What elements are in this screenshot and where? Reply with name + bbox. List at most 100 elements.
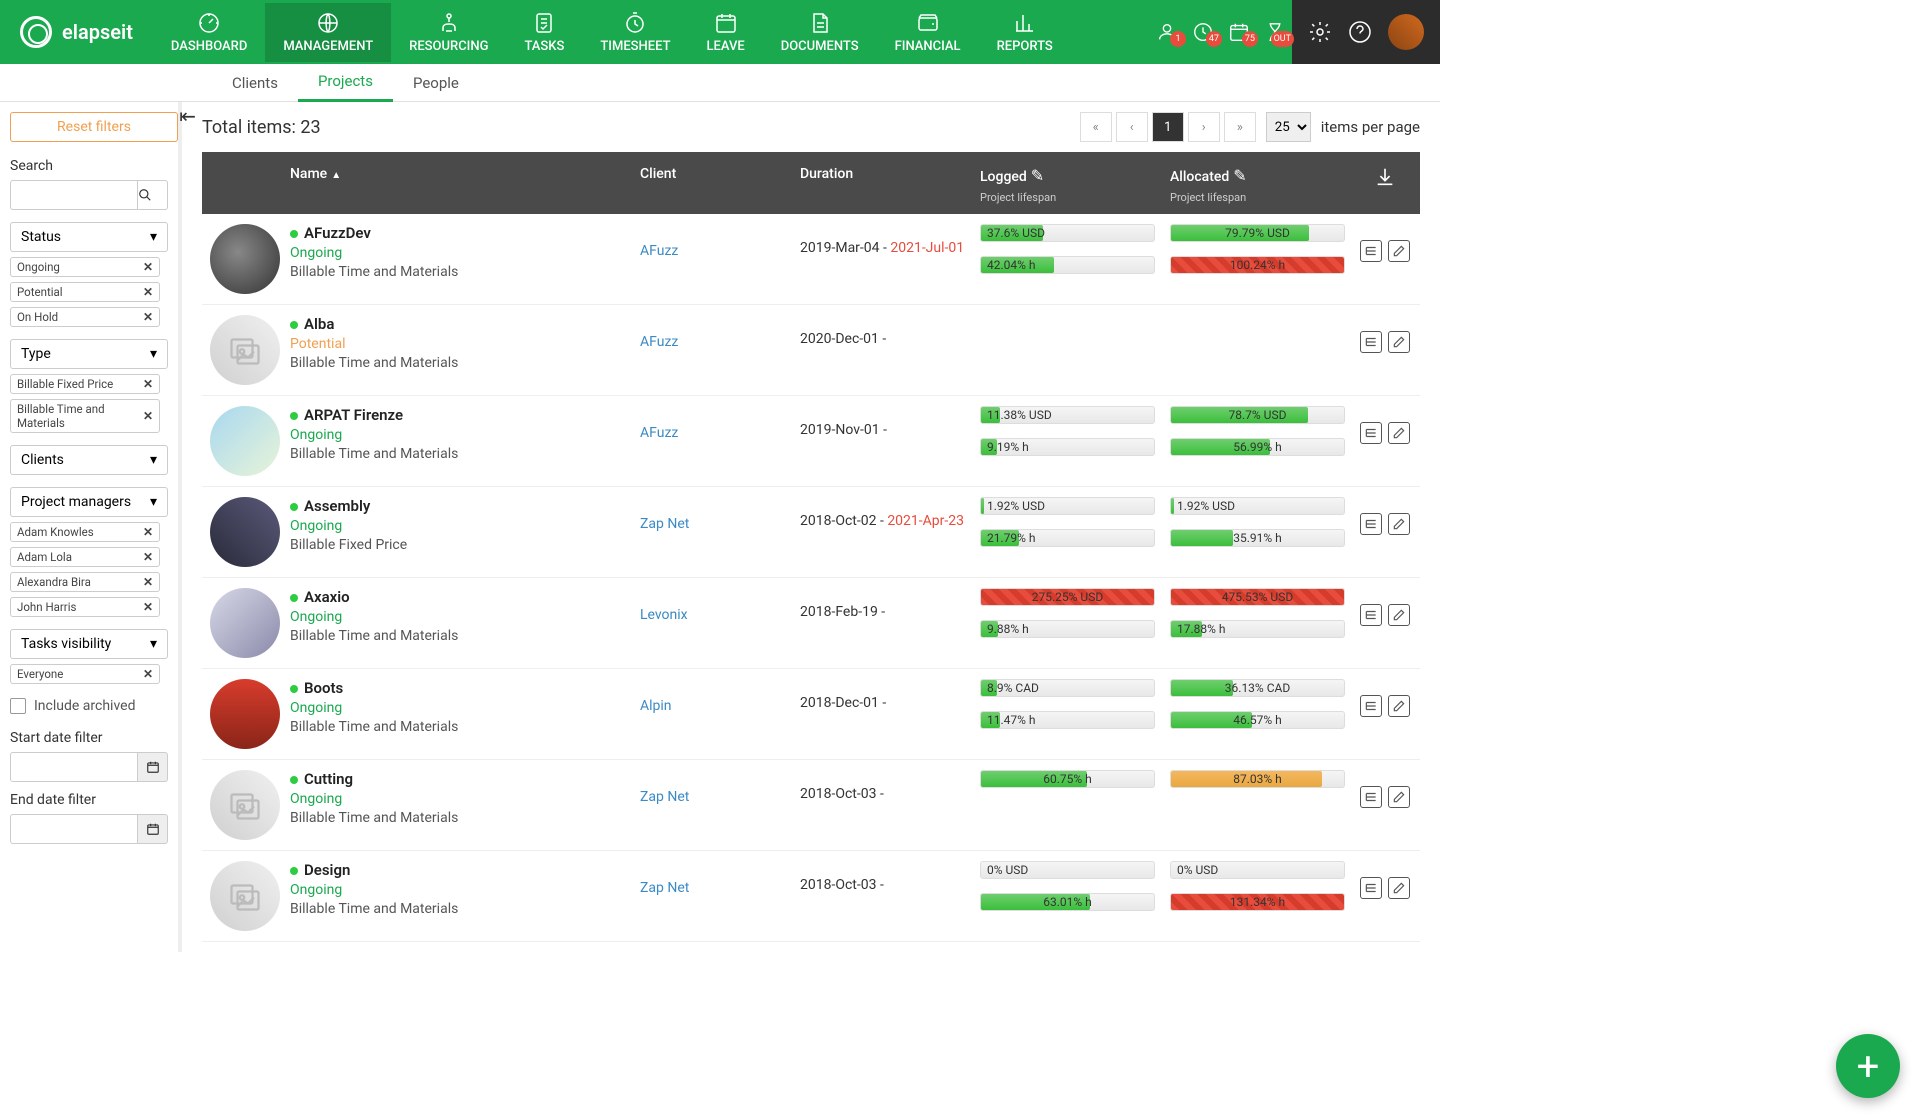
tab-projects[interactable]: Projects [298, 64, 393, 102]
details-icon[interactable] [1360, 331, 1382, 353]
project-avatar[interactable] [210, 861, 280, 931]
remove-chip-icon[interactable]: ✕ [143, 600, 153, 614]
remove-chip-icon[interactable]: ✕ [143, 377, 153, 391]
remove-chip-icon[interactable]: ✕ [143, 550, 153, 564]
clients-dropdown[interactable]: Clients▾ [10, 445, 168, 475]
nav-reports[interactable]: REPORTS [979, 3, 1071, 62]
details-icon[interactable] [1360, 877, 1382, 899]
project-avatar[interactable] [210, 497, 280, 567]
client-link[interactable]: AFuzz [640, 425, 678, 441]
filter-chip[interactable]: Ongoing✕ [10, 257, 160, 277]
nav-financial[interactable]: FINANCIAL [877, 3, 979, 62]
col-name[interactable]: Name▲ [290, 166, 640, 182]
tasks-dropdown[interactable]: Tasks visibility▾ [10, 629, 168, 659]
remove-chip-icon[interactable]: ✕ [143, 667, 153, 681]
type-dropdown[interactable]: Type▾ [10, 339, 168, 369]
pm-dropdown[interactable]: Project managers▾ [10, 487, 168, 517]
project-name[interactable]: Alba [290, 315, 640, 333]
edit-icon[interactable] [1388, 877, 1410, 899]
remove-chip-icon[interactable]: ✕ [143, 260, 153, 274]
client-link[interactable]: Zap Net [640, 789, 689, 805]
download-icon[interactable] [1374, 166, 1396, 188]
project-avatar[interactable] [210, 224, 280, 294]
edit-icon[interactable] [1388, 513, 1410, 535]
filter-chip[interactable]: Everyone✕ [10, 664, 160, 684]
edit-icon[interactable]: ✎ [1233, 166, 1246, 185]
client-link[interactable]: Levonix [640, 607, 688, 623]
project-name[interactable]: ARPAT Firenze [290, 406, 640, 424]
nav-management[interactable]: MANAGEMENT [265, 3, 391, 62]
details-icon[interactable] [1360, 604, 1382, 626]
status-dropdown[interactable]: Status▾ [10, 222, 168, 252]
details-icon[interactable] [1360, 695, 1382, 717]
nav-documents[interactable]: DOCUMENTS [763, 3, 877, 62]
col-allocated[interactable]: Allocated ✎Project lifespan [1170, 166, 1350, 204]
page-current[interactable]: 1 [1152, 112, 1184, 142]
details-icon[interactable] [1360, 422, 1382, 444]
nav-dashboard[interactable]: DASHBOARD [153, 3, 265, 62]
nav-tasks[interactable]: TASKS [506, 3, 582, 62]
page-prev[interactable]: ‹ [1116, 112, 1148, 142]
search-button[interactable] [138, 180, 168, 210]
page-next[interactable]: › [1188, 112, 1220, 142]
project-name[interactable]: Axaxio [290, 588, 640, 606]
start-date-input[interactable] [10, 752, 138, 782]
tab-clients[interactable]: Clients [212, 64, 298, 102]
client-link[interactable]: Zap Net [640, 516, 689, 532]
tab-people[interactable]: People [393, 64, 479, 102]
edit-icon[interactable] [1388, 240, 1410, 262]
page-last[interactable]: » [1224, 112, 1256, 142]
client-link[interactable]: Alpin [640, 698, 672, 714]
filter-chip[interactable]: Billable Fixed Price✕ [10, 374, 160, 394]
remove-chip-icon[interactable]: ✕ [143, 575, 153, 589]
col-duration[interactable]: Duration [800, 166, 980, 182]
filter-chip[interactable]: Potential✕ [10, 282, 160, 302]
edit-icon[interactable] [1388, 786, 1410, 808]
search-input[interactable] [10, 180, 138, 210]
project-avatar[interactable] [210, 406, 280, 476]
edit-icon[interactable] [1388, 604, 1410, 626]
project-name[interactable]: Cutting [290, 770, 640, 788]
add-project-fab[interactable]: + [1836, 1034, 1900, 1098]
page-first[interactable]: « [1080, 112, 1112, 142]
client-link[interactable]: AFuzz [640, 243, 678, 259]
project-name[interactable]: Design [290, 861, 640, 879]
reset-filters-button[interactable]: Reset filters [10, 112, 178, 142]
notif-person-icon[interactable]: 1 [1156, 21, 1178, 43]
project-avatar[interactable] [210, 770, 280, 840]
settings-icon[interactable] [1308, 20, 1332, 44]
page-size-select[interactable]: 25 [1266, 112, 1311, 142]
start-date-picker-button[interactable] [138, 752, 168, 782]
remove-chip-icon[interactable]: ✕ [143, 525, 153, 539]
filter-chip[interactable]: Alexandra Bira✕ [10, 572, 160, 592]
notif-clock-icon[interactable]: 47 [1192, 21, 1214, 43]
filter-chip[interactable]: Adam Lola✕ [10, 547, 160, 567]
filter-chip[interactable]: Adam Knowles✕ [10, 522, 160, 542]
client-link[interactable]: AFuzz [640, 334, 678, 350]
edit-icon[interactable] [1388, 695, 1410, 717]
edit-icon[interactable] [1388, 331, 1410, 353]
filter-chip[interactable]: Billable Time and Materials✕ [10, 399, 160, 433]
notif-hourglass-icon[interactable]: OUT [1264, 21, 1286, 43]
col-client[interactable]: Client [640, 166, 800, 182]
user-avatar[interactable] [1388, 14, 1424, 50]
notif-calendar-icon[interactable]: 75 [1228, 21, 1250, 43]
collapse-sidebar-icon[interactable]: ⇤ [179, 104, 196, 128]
project-name[interactable]: Assembly [290, 497, 640, 515]
end-date-picker-button[interactable] [138, 814, 168, 844]
nav-timesheet[interactable]: TIMESHEET [582, 3, 688, 62]
project-avatar[interactable] [210, 679, 280, 749]
filter-chip[interactable]: On Hold✕ [10, 307, 160, 327]
project-avatar[interactable] [210, 315, 280, 385]
remove-chip-icon[interactable]: ✕ [143, 310, 153, 324]
edit-icon[interactable]: ✎ [1031, 166, 1044, 185]
details-icon[interactable] [1360, 240, 1382, 262]
project-avatar[interactable] [210, 588, 280, 658]
nav-leave[interactable]: LEAVE [689, 3, 763, 62]
details-icon[interactable] [1360, 513, 1382, 535]
client-link[interactable]: Zap Net [640, 880, 689, 896]
help-icon[interactable] [1348, 20, 1372, 44]
end-date-input[interactable] [10, 814, 138, 844]
details-icon[interactable] [1360, 786, 1382, 808]
remove-chip-icon[interactable]: ✕ [143, 409, 153, 423]
